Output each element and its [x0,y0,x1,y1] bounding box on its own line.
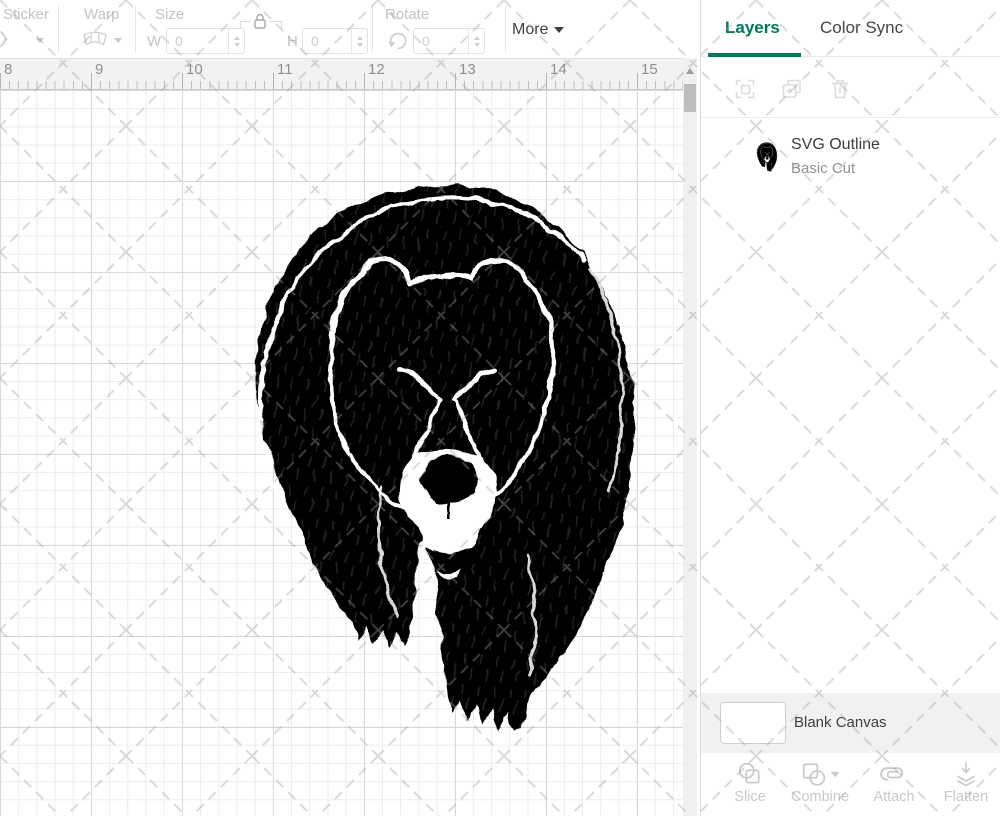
blank-canvas-label: Blank Canvas [794,714,887,731]
stepper-down-icon[interactable] [474,43,480,47]
slice-label: Slice [711,789,789,805]
group-icon[interactable] [733,77,757,101]
rotate-stepper-arrows[interactable] [468,29,484,53]
layer-actions-bar: Slice Combine Attach [701,753,1000,816]
layer-cut-type: Basic Cut [791,160,855,177]
layer-thumbnail-bear [756,142,778,172]
flatten-icon [953,761,979,787]
flatten-button[interactable]: Flatten [927,759,1000,813]
chevron-down-icon [554,27,564,33]
bear-artwork[interactable] [0,90,683,816]
width-stepper-arrows[interactable] [228,29,244,53]
height-input[interactable] [303,29,351,53]
tab-layers[interactable]: Layers [725,18,780,38]
lock-icon[interactable] [251,12,269,30]
attach-icon [880,761,908,787]
toolbar-divider [372,6,373,52]
chevron-down-icon [831,772,840,777]
warp-label: Warp [84,6,119,23]
panel-divider [701,117,1000,118]
width-stepper[interactable] [166,28,245,54]
flatten-label: Flatten [927,789,1000,805]
design-canvas[interactable] [0,90,683,816]
active-tab-underline [708,53,801,57]
width-field-label: W [147,33,161,50]
rotate-stepper[interactable] [413,28,485,54]
stepper-up-icon[interactable] [234,36,240,40]
combine-label: Combine [781,789,859,805]
height-field-label: H [287,33,298,50]
slice-button[interactable]: Slice [711,759,789,813]
height-stepper[interactable] [302,28,368,54]
horizontal-ruler: 8 9 10 11 12 13 14 15 [0,58,683,90]
toolbar-divider [58,6,59,52]
warp-caret-icon[interactable] [114,38,122,43]
more-label: More [512,21,548,39]
trash-icon[interactable] [828,77,852,101]
combine-icon [800,761,840,787]
sticker-label: Sticker [3,6,49,23]
toolbar-divider [135,6,136,52]
sticker-caret-icon[interactable] [36,38,44,43]
more-button[interactable]: More [512,20,564,40]
combine-button[interactable]: Combine [781,759,859,813]
size-label: Size [155,6,184,23]
stepper-down-icon[interactable] [357,43,363,47]
vertical-scrollbar[interactable] [683,58,697,816]
toolbar-divider [505,6,506,52]
warp-mesh-icon[interactable] [82,31,108,47]
ruler-major-ticks [0,73,683,89]
layer-name: SVG Outline [791,136,880,154]
layer-row[interactable]: SVG Outline Basic Cut [701,126,1000,190]
stepper-up-icon[interactable] [357,36,363,40]
panel-tabs: Layers Color Sync [701,0,1000,57]
blank-canvas-swatch[interactable] [720,702,786,744]
rotate-label: Rotate [385,6,429,23]
attach-button[interactable]: Attach [855,759,933,813]
right-panel: Layers Color Sync SVG Outli [700,0,1000,816]
slice-icon [737,761,763,787]
rotate-icon[interactable] [386,29,410,53]
height-stepper-arrows[interactable] [351,29,367,53]
scrollbar-thumb[interactable] [684,84,696,112]
blank-canvas-row[interactable]: Blank Canvas [701,693,1000,753]
duplicate-icon[interactable] [780,77,804,101]
offset-circle-icon[interactable] [0,28,16,50]
tab-color-sync[interactable]: Color Sync [820,18,903,38]
rotate-input[interactable] [414,29,468,53]
scroll-up-arrow[interactable] [686,68,694,74]
attach-label: Attach [855,789,933,805]
stepper-up-icon[interactable] [474,36,480,40]
width-input[interactable] [167,29,228,53]
top-toolbar: Sticker Warp Size W H Rotate [0,0,700,58]
stepper-down-icon[interactable] [234,43,240,47]
